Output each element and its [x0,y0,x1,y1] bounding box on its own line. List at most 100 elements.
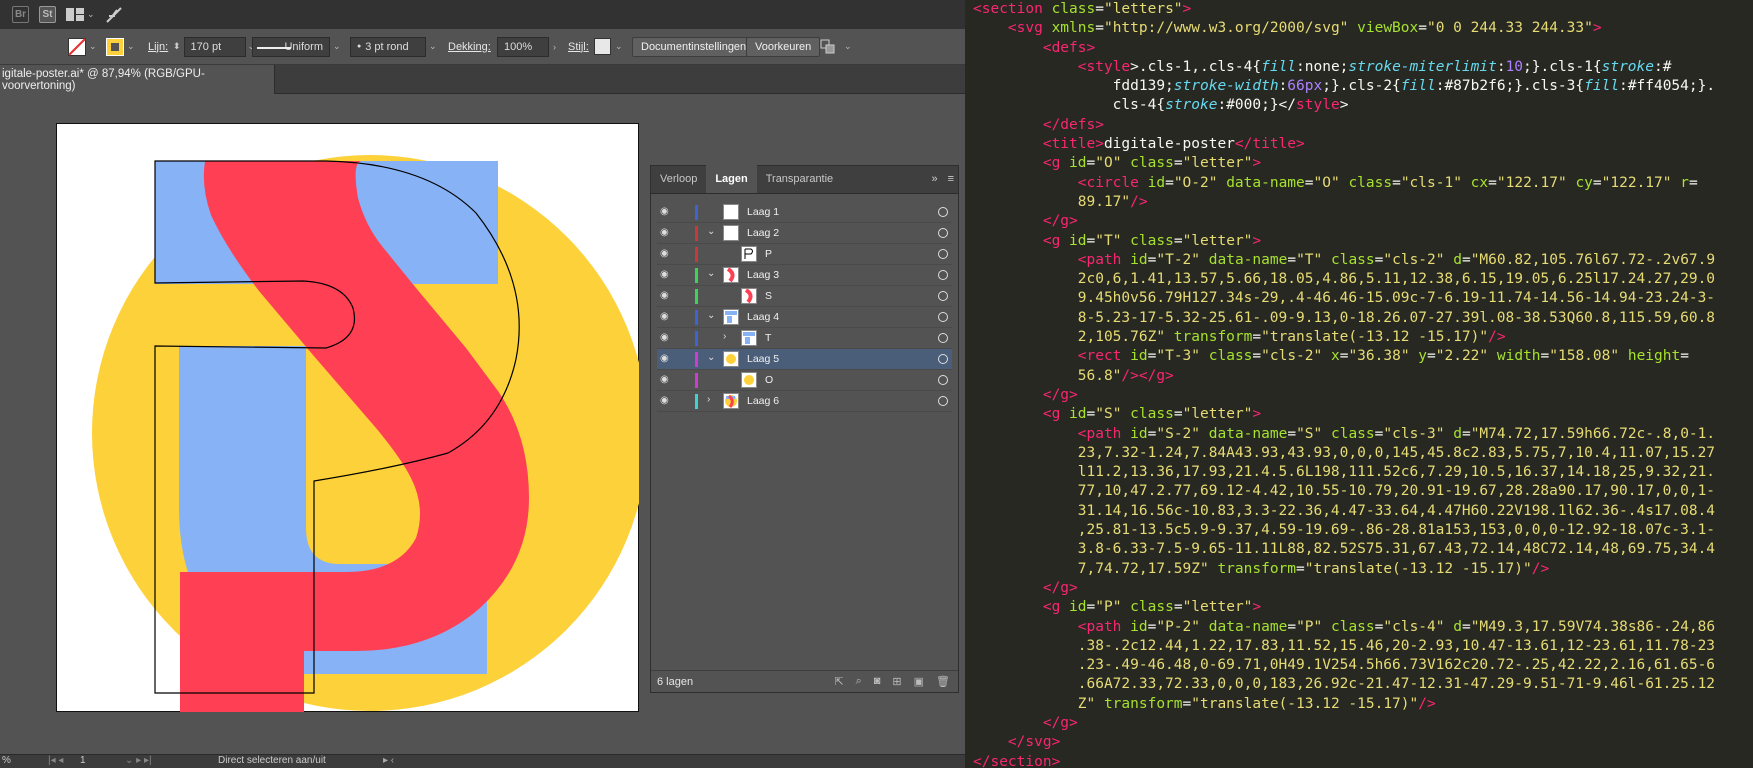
target-circle-icon[interactable] [938,207,948,217]
visibility-eye-icon[interactable]: ◉ [660,374,669,385]
zoom-value[interactable]: % [2,755,11,766]
visibility-eye-icon[interactable]: ◉ [660,269,669,280]
target-circle-icon[interactable] [938,228,948,238]
target-circle-icon[interactable] [938,375,948,385]
layer-row[interactable]: ◉ ⌄ Laag 3 [657,265,952,286]
target-circle-icon[interactable] [938,354,948,364]
chevron-down-icon[interactable]: ⌄ [707,352,715,363]
stroke-weight-value[interactable]: 170 pt [183,36,246,57]
layer-row[interactable]: ◉ › Laag 6 [657,391,952,412]
bridge-button[interactable]: Br [12,6,29,23]
chevron-down-icon[interactable]: ⌄ [707,310,715,321]
stroke-swatch[interactable]: ⌄ [106,36,135,58]
layer-row[interactable]: ◉ ⌄ Laag 5 [657,349,952,370]
new-layer-icon[interactable]: ▣ [914,675,924,688]
tab-verloop[interactable]: Verloop [651,165,706,193]
code-line: </g> [973,579,1753,598]
target-circle-icon[interactable] [938,249,948,259]
target-circle-icon[interactable] [938,396,948,406]
target-circle-icon[interactable] [938,291,948,301]
layer-color-bar [695,310,698,325]
code-token: 31.14,16.56c-10.83,3.3-22.36,4.47-33.64,… [973,502,1716,519]
visibility-eye-icon[interactable]: ◉ [660,227,669,238]
poster-artwork[interactable] [56,123,639,712]
code-token: "O" [1095,155,1131,172]
code-token: = [1173,406,1183,423]
artboard-number[interactable]: 1 [80,755,86,766]
panel-menu-icon[interactable]: ≡ [948,173,954,185]
opacity-label: Dekking: [448,40,491,53]
visibility-eye-icon[interactable]: ◉ [660,311,669,322]
opacity-value[interactable]: 100% [497,36,549,57]
stroke-weight-field[interactable]: ⬍ 170 pt ⌄ [173,36,255,58]
layer-row[interactable]: ◉ ⌄ Laag 2 [657,223,952,244]
tab-transparantie[interactable]: Transparantie [757,165,842,193]
tab-lagen[interactable]: Lagen [706,165,757,193]
code-token: /> [1418,695,1436,712]
layer-color-bar [695,352,698,367]
document-tab[interactable]: igitale-poster.ai* @ 87,94% (RGB/GPU-voo… [0,65,275,94]
search-icon[interactable]: ⌕ [856,675,862,688]
visibility-eye-icon[interactable]: ◉ [660,248,669,259]
chevron-right-icon[interactable]: › [553,42,556,52]
workspace-layout-icon[interactable]: ⌄ [66,8,95,21]
opacity-field[interactable]: 100% › [497,36,556,58]
artboard-nav-icons[interactable]: |◂ ◂ [48,755,63,766]
chevron-down-icon[interactable]: ⌄ [707,226,715,237]
new-sublayer-icon[interactable]: ⊞ [892,675,901,688]
target-circle-icon[interactable] [938,333,948,343]
layer-row[interactable]: ◉ ⌄ Laag 4 [657,307,952,328]
feather-icon[interactable] [105,6,125,24]
layer-row[interactable]: ◉ S [657,286,952,307]
stock-button[interactable]: St [39,6,56,23]
layer-row[interactable]: ◉ Laag 1 [657,202,952,223]
style-swatch[interactable]: ⌄ [594,36,623,58]
chevron-right-icon[interactable]: › [723,331,726,342]
visibility-eye-icon[interactable]: ◉ [660,206,669,217]
layer-row[interactable]: ◉ › T [657,328,952,349]
visibility-eye-icon[interactable]: ◉ [660,353,669,364]
code-token: 9.45h0v56.79H127.34s-29,.4-46.46-15.09c-… [973,290,1716,307]
code-editor[interactable]: <section class="letters"> <svg xmlns="ht… [965,0,1753,768]
chevron-right-icon[interactable]: › [707,394,710,405]
code-token: "122.17" [1601,174,1681,191]
code-token: > [1252,599,1262,616]
document-settings-button[interactable]: Documentinstellingen [632,36,756,57]
code-token: id [1130,251,1148,268]
visibility-eye-icon[interactable]: ◉ [660,290,669,301]
stepper-icon[interactable]: ⬍ [173,41,181,52]
target-circle-icon[interactable] [938,312,948,322]
export-icon[interactable]: ⇱ [834,675,843,688]
code-token: "M60.82,105.76l67.72-.2v67.9 [1470,251,1716,268]
clipping-mask-icon[interactable]: ◙ [874,675,881,688]
layer-row[interactable]: ◉ O [657,370,952,391]
code-token: > [1592,20,1602,37]
code-line: <g id="T" class="letter"> [973,232,1753,251]
target-circle-icon[interactable] [938,270,948,280]
fill-swatch[interactable]: ⌄ [68,36,97,58]
code-token: "P" [1095,599,1131,616]
trash-icon[interactable]: 🗑 [936,675,950,688]
layer-row[interactable]: ◉ P [657,244,952,265]
visibility-eye-icon[interactable]: ◉ [660,395,669,406]
artboard-nav-next-icons[interactable]: ⌄ ▸ ▸| [125,755,152,766]
visibility-eye-icon[interactable]: ◉ [660,332,669,343]
arrange-menu[interactable]: ⌄ [820,36,852,58]
stroke-profile-dropdown[interactable]: Uniform ⌄ [252,36,341,58]
layer-name: Laag 3 [747,269,780,281]
layer-name: Laag 2 [747,227,780,239]
play-icon[interactable]: ▸ ‹ [383,755,394,766]
preferences-button[interactable]: Voorkeuren [746,36,821,57]
code-token: <style [1077,58,1131,75]
double-chevron-icon[interactable]: » [931,173,937,185]
chevron-down-icon[interactable]: ⌄ [707,268,715,279]
code-line: <style>.cls-1,.cls-4{fill:none;stroke-mi… [973,58,1753,77]
code-token: "T" [1296,251,1331,268]
brush-dropdown[interactable]: ● 3 pt rond ⌄ [350,36,437,58]
code-line: <rect id="T-3" class="cls-2" x="36.38" y… [973,347,1753,366]
code-token: = [1086,599,1096,616]
